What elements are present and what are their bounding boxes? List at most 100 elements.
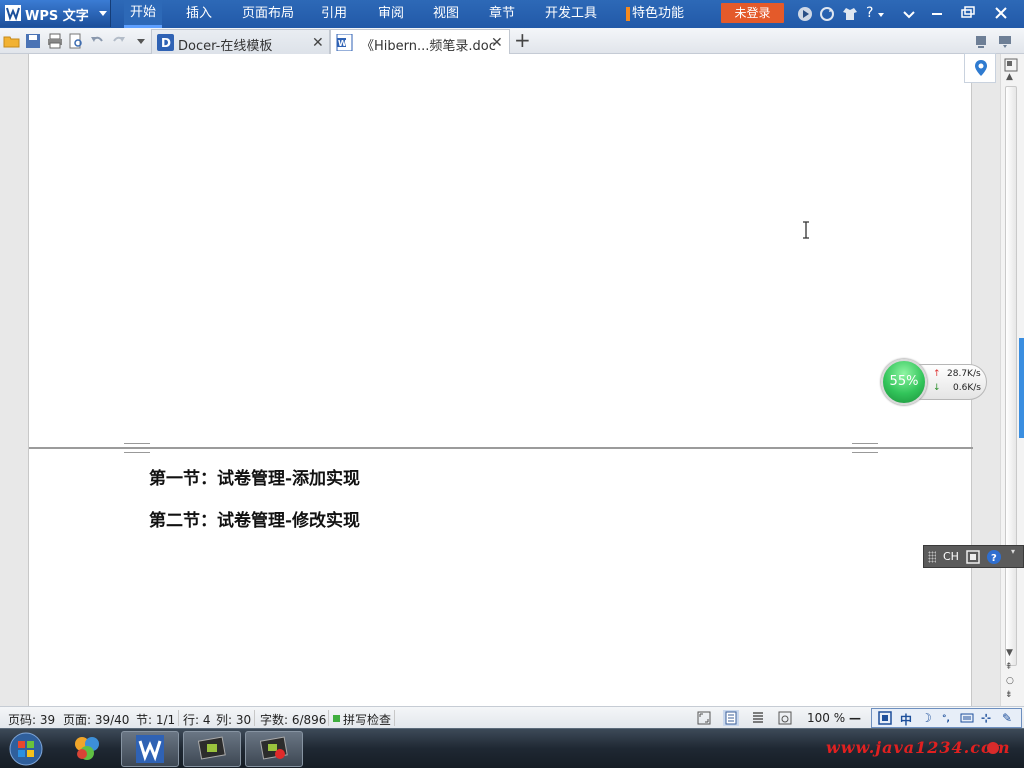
soft-keyboard-icon[interactable] — [960, 711, 974, 725]
network-speed-widget[interactable]: 55% ↑ 28.7K/s ↓ 0.6K/s — [881, 359, 989, 405]
help-chevron-down-icon[interactable] — [878, 13, 884, 17]
status-section[interactable]: 节: 1/1 — [136, 711, 175, 728]
status-word-count[interactable]: 字数: 6/896 — [260, 711, 326, 728]
status-column[interactable]: 列: 30 — [216, 711, 251, 728]
ime-chinese-mode[interactable]: 中 — [900, 711, 912, 728]
status-row[interactable]: 行: 4 — [183, 711, 211, 728]
menu-tab-review[interactable]: 审阅 — [378, 0, 404, 27]
close-tab-icon[interactable]: ✕ — [312, 35, 324, 51]
wps-app-menu-button[interactable]: WPS 文字 — [0, 0, 111, 27]
download-arrow-icon: ↓ — [933, 383, 941, 393]
i-beam-cursor-icon — [803, 221, 809, 239]
play-icon[interactable] — [796, 5, 814, 23]
status-spell-check[interactable]: 拼写检查 — [343, 711, 391, 728]
page-view-icon[interactable] — [723, 710, 739, 726]
help-icon[interactable]: ? — [986, 549, 1002, 565]
status-separator — [394, 710, 395, 726]
windows-start-orb-icon[interactable] — [6, 731, 46, 767]
minimize-button[interactable] — [922, 2, 952, 24]
drag-grip-icon[interactable] — [928, 551, 936, 563]
next-page-icon[interactable]: ⇟ — [1005, 690, 1013, 700]
redo-icon[interactable] — [110, 32, 128, 50]
ime-logo-icon[interactable] — [878, 711, 892, 725]
scroll-up-arrow-icon[interactable]: ▲ — [1006, 72, 1013, 82]
status-page-number[interactable]: 页码: 39 — [8, 711, 55, 728]
upload-speed: 28.7K/s — [947, 369, 981, 379]
split-view-icon[interactable] — [1004, 58, 1018, 72]
taskbar-wps-button[interactable] — [121, 731, 179, 767]
half-width-moon-icon[interactable]: ☽ — [921, 711, 932, 725]
taskbar-media-center-button[interactable] — [58, 731, 116, 767]
taskbar-recorder-2-button[interactable] — [245, 731, 303, 767]
help-icon[interactable]: ? — [866, 0, 873, 27]
scrollbar-thumb[interactable] — [1005, 86, 1017, 666]
taskbar-recorder-button[interactable] — [183, 731, 241, 767]
menu-tab-developer[interactable]: 开发工具 — [545, 0, 597, 27]
undo-icon[interactable] — [88, 32, 106, 50]
side-panel-tab[interactable] — [1019, 338, 1024, 438]
status-pages[interactable]: 页面: 39/40 — [63, 711, 129, 728]
select-browse-object-icon[interactable]: ○ — [1006, 676, 1014, 686]
ime-keyboard-icon[interactable] — [965, 549, 981, 565]
punctuation-icon[interactable]: °, — [942, 714, 950, 724]
print-icon[interactable] — [46, 32, 64, 50]
tab-current-document[interactable]: W 《Hibern...频笔录.doc ✕ — [330, 29, 510, 55]
scroll-down-arrow-icon[interactable]: ▼ — [1006, 648, 1013, 658]
media-center-icon — [75, 737, 99, 760]
window-list-icon[interactable] — [972, 32, 990, 50]
menu-tab-references[interactable]: 引用 — [321, 0, 347, 27]
ime-language-mode[interactable]: CH — [943, 550, 959, 563]
spell-check-indicator-icon — [333, 715, 340, 722]
login-button[interactable]: 未登录 — [721, 3, 784, 23]
print-preview-icon[interactable] — [67, 32, 85, 50]
status-bar: 页码: 39 页面: 39/40 节: 1/1 行: 4 列: 30 字数: 6… — [0, 706, 1024, 728]
tray-app-icon[interactable] — [986, 741, 1000, 755]
menu-tab-home[interactable]: 开始 — [124, 0, 163, 28]
document-page[interactable]: 第一节：试卷管理-添加实现 第二节：试卷管理-修改实现 — [28, 54, 973, 706]
document-area[interactable]: 第一节：试卷管理-添加实现 第二节：试卷管理-修改实现 — [0, 54, 1000, 706]
close-window-button[interactable] — [986, 2, 1016, 24]
full-screen-view-icon[interactable] — [696, 710, 712, 726]
collapse-ribbon-icon[interactable] — [900, 5, 918, 23]
close-tab-icon[interactable]: ✕ — [491, 35, 503, 51]
quick-access-dropdown-icon[interactable] — [132, 32, 150, 50]
ime-toolbox-icon[interactable]: ⊹ — [981, 711, 991, 725]
previous-page-icon[interactable]: ⇞ — [1005, 662, 1013, 672]
status-separator — [328, 710, 329, 726]
menu-tab-insert[interactable]: 插入 — [186, 0, 212, 27]
status-separator — [178, 710, 179, 726]
upload-arrow-icon: ↑ — [933, 369, 941, 379]
ime-status-tray[interactable]: 中 ☽ °, ⊹ ✎ — [871, 708, 1022, 728]
zoom-out-button[interactable]: — — [849, 711, 861, 725]
app-title: WPS 文字 — [25, 9, 89, 24]
menu-tab-page-layout[interactable]: 页面布局 — [242, 0, 294, 27]
menu-tab-section[interactable]: 章节 — [489, 0, 515, 27]
download-speed: 0.6K/s — [953, 383, 981, 393]
new-tab-plus-icon[interactable]: + — [514, 30, 531, 50]
save-icon[interactable] — [24, 32, 42, 50]
feature-accent-bar — [626, 7, 630, 21]
navigation-pane-button[interactable] — [964, 53, 996, 83]
tab-toolbar-row: D Docer-在线模板 ✕ W 《Hibern...频笔录.doc ✕ + — [0, 28, 1024, 55]
svg-text:D: D — [161, 36, 171, 50]
restore-button[interactable] — [953, 2, 983, 24]
ime-floating-bar[interactable]: CH ? ▾ — [923, 545, 1024, 568]
wps-doc-icon: W — [336, 34, 353, 51]
zoom-level[interactable]: 100 % — [807, 711, 845, 725]
menu-bar: WPS 文字 开始 插入 页面布局 引用 审阅 视图 章节 开发工具 特色功能 … — [0, 0, 1024, 28]
menu-tab-features[interactable]: 特色功能 — [632, 0, 684, 27]
tab-docer-templates[interactable]: D Docer-在线模板 ✕ — [151, 29, 330, 54]
skin-shirt-icon[interactable] — [841, 5, 859, 23]
sync-icon[interactable] — [818, 5, 836, 23]
ime-options-chevron-icon[interactable]: ▾ — [1011, 547, 1015, 556]
heading-section-1[interactable]: 第一节：试卷管理-添加实现 — [149, 464, 360, 489]
outline-view-icon[interactable] — [750, 710, 766, 726]
menu-tab-view[interactable]: 视图 — [433, 0, 459, 27]
memory-usage-ball[interactable]: 55% — [881, 359, 927, 405]
tab-options-icon[interactable] — [996, 32, 1014, 50]
web-view-icon[interactable] — [777, 710, 793, 726]
ime-settings-wrench-icon[interactable]: ✎ — [1002, 711, 1012, 725]
open-folder-icon[interactable] — [3, 32, 21, 50]
heading-section-2[interactable]: 第二节：试卷管理-修改实现 — [149, 506, 360, 531]
wps-window: WPS 文字 开始 插入 页面布局 引用 审阅 视图 章节 开发工具 特色功能 … — [0, 0, 1024, 768]
